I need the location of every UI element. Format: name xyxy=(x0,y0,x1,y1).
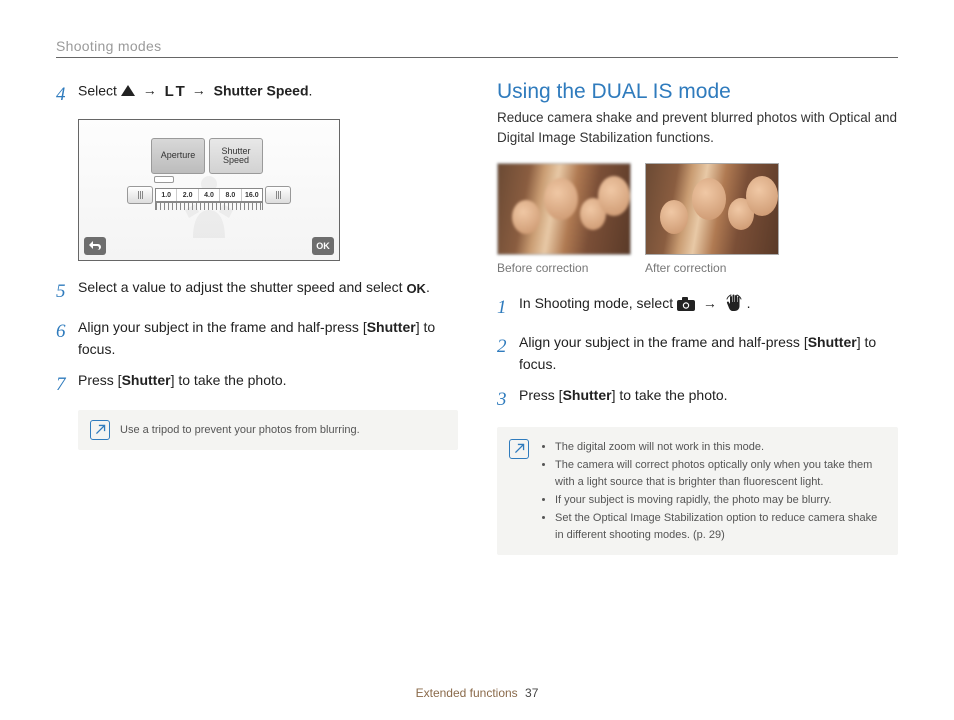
text: Select a value to adjust the shutter spe… xyxy=(78,279,406,295)
image-captions: Before correction After correction xyxy=(497,261,898,275)
step-number: 6 xyxy=(56,317,78,346)
note-item: The digital zoom will not work in this m… xyxy=(555,439,884,456)
step-text: Align your subject in the frame and half… xyxy=(519,332,898,375)
left-column: 4 Select → L T → Shutter Speed. Aperture… xyxy=(56,80,457,555)
scale-value: 8.0 xyxy=(220,189,241,201)
text: . xyxy=(309,82,313,98)
arrow-icon: → xyxy=(192,82,206,98)
scale-value: 1.0 xyxy=(156,189,177,201)
step-7: 7 Press [Shutter] to take the photo. xyxy=(56,370,457,399)
section-heading: Using the DUAL IS mode xyxy=(497,80,898,104)
bold-label: Shutter xyxy=(367,319,416,335)
step-number: 4 xyxy=(56,80,78,109)
caption-after: After correction xyxy=(645,261,779,275)
arrow-icon: → xyxy=(143,82,157,98)
slider-handle-left xyxy=(127,186,153,204)
note-item: Set the Optical Image Stabilization opti… xyxy=(555,510,884,544)
step-text: Press [Shutter] to take the photo. xyxy=(78,370,457,392)
text: Press [ xyxy=(78,372,122,388)
note-icon xyxy=(90,420,110,440)
header-rule: Shooting modes xyxy=(56,38,898,58)
text: . xyxy=(426,279,430,295)
face xyxy=(746,176,778,216)
text: In Shooting mode, select xyxy=(519,295,677,311)
manual-page: Shooting modes 4 Select → L T → Shutter … xyxy=(0,0,954,720)
example-images xyxy=(497,163,898,255)
text: Select xyxy=(78,82,121,98)
step-3: 3 Press [Shutter] to take the photo. xyxy=(497,385,898,414)
section-subtitle: Reduce camera shake and prevent blurred … xyxy=(497,108,898,149)
note-text: Use a tripod to prevent your photos from… xyxy=(120,424,360,436)
photo-after xyxy=(645,163,779,255)
step-2: 2 Align your subject in the frame and ha… xyxy=(497,332,898,375)
face xyxy=(512,200,540,234)
note-icon xyxy=(509,439,529,459)
step-4: 4 Select → L T → Shutter Speed. xyxy=(56,80,457,109)
breadcrumb: Shooting modes xyxy=(56,38,898,54)
step-1: 1 In Shooting mode, select → . xyxy=(497,293,898,322)
step-text: Press [Shutter] to take the photo. xyxy=(519,385,898,407)
camera-lcd-illustration: Aperture Shutter Speed 1.0 2.0 4.0 8.0 1… xyxy=(78,119,340,261)
text: Press [ xyxy=(519,387,563,403)
bold-label: Shutter xyxy=(563,387,612,403)
text: ] to take the photo. xyxy=(171,372,287,388)
note-list: The digital zoom will not work in this m… xyxy=(539,439,884,545)
dual-is-hand-icon xyxy=(725,294,743,312)
step-number: 5 xyxy=(56,277,78,306)
step-number: 7 xyxy=(56,370,78,399)
step-text: Align your subject in the frame and half… xyxy=(78,317,457,360)
lt-mode-icon: L T xyxy=(165,80,184,103)
scale-value: 2.0 xyxy=(177,189,198,201)
tip-note: Use a tripod to prevent your photos from… xyxy=(78,410,458,450)
page-footer: Extended functions 37 xyxy=(0,686,954,700)
up-triangle-icon xyxy=(121,85,135,96)
value-scale: 1.0 2.0 4.0 8.0 16.0 xyxy=(131,188,287,224)
aperture-tab: Aperture xyxy=(151,138,205,174)
scale-value: 4.0 xyxy=(199,189,220,201)
text: . xyxy=(747,295,751,311)
step-number: 3 xyxy=(497,385,519,414)
back-button xyxy=(84,237,106,255)
ok-icon: OK xyxy=(406,279,426,299)
arrow-icon: → xyxy=(703,295,717,311)
ruler-ticks xyxy=(155,202,263,210)
text: Align your subject in the frame and half… xyxy=(78,319,367,335)
text: Align your subject in the frame and half… xyxy=(519,334,808,350)
bold-label: Shutter xyxy=(808,334,857,350)
face xyxy=(598,176,630,216)
step-5: 5 Select a value to adjust the shutter s… xyxy=(56,277,457,306)
page-number: 37 xyxy=(525,686,538,700)
face xyxy=(660,200,688,234)
right-column: Using the DUAL IS mode Reduce camera sha… xyxy=(497,80,898,555)
step-number: 1 xyxy=(497,293,519,322)
photo-before xyxy=(497,163,631,255)
two-column-layout: 4 Select → L T → Shutter Speed. Aperture… xyxy=(56,80,898,555)
footer-section: Extended functions xyxy=(416,686,518,700)
bold-label: Shutter Speed xyxy=(214,82,309,98)
face xyxy=(544,178,578,220)
shutter-speed-tab: Shutter Speed xyxy=(209,138,263,174)
step-number: 2 xyxy=(497,332,519,361)
slider-handle-right xyxy=(265,186,291,204)
step-text: Select → L T → Shutter Speed. xyxy=(78,80,457,103)
scale-values: 1.0 2.0 4.0 8.0 16.0 xyxy=(155,188,263,202)
info-note: The digital zoom will not work in this m… xyxy=(497,427,898,555)
ok-button: OK xyxy=(312,237,334,255)
step-text: Select a value to adjust the shutter spe… xyxy=(78,277,457,299)
bold-label: Shutter xyxy=(122,372,171,388)
face xyxy=(692,178,726,220)
text: ] to take the photo. xyxy=(612,387,728,403)
scale-value: 16.0 xyxy=(242,189,262,201)
note-item: If your subject is moving rapidly, the p… xyxy=(555,492,884,509)
note-item: The camera will correct photos optically… xyxy=(555,457,884,491)
camera-icon xyxy=(677,297,695,311)
caption-before: Before correction xyxy=(497,261,631,275)
step-text: In Shooting mode, select → . xyxy=(519,293,898,315)
step-6: 6 Align your subject in the frame and ha… xyxy=(56,317,457,360)
auto-indicator xyxy=(154,176,174,183)
